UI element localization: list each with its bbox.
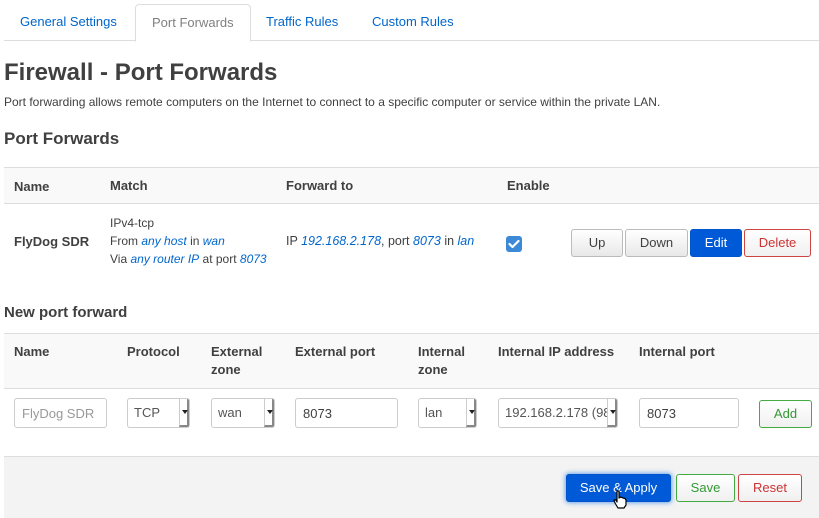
protocol-value: TCP	[134, 405, 160, 420]
external-zone-value: wan	[218, 405, 242, 420]
port-label: , port	[381, 234, 410, 248]
from-zone-link[interactable]: wan	[203, 234, 225, 248]
up-button[interactable]: Up	[571, 229, 623, 257]
via-ip-link[interactable]: any router IP	[130, 252, 199, 266]
column-header-name: Name	[14, 179, 50, 194]
save-button[interactable]: Save	[676, 474, 735, 502]
down-button[interactable]: Down	[625, 229, 688, 257]
internal-zone-value: lan	[425, 405, 443, 420]
ip-label: IP	[286, 234, 298, 248]
column-header-internal-ip: Internal IP address	[498, 344, 615, 359]
from-host-link[interactable]: any host	[141, 234, 186, 248]
column-header-forward-to: Forward to	[286, 178, 354, 193]
forward-zone-link[interactable]: lan	[458, 234, 475, 248]
internal-ip-value: 192.168.2.178 (98	[505, 405, 611, 420]
column-header-match: Match	[110, 178, 148, 193]
chevron-down-icon	[179, 399, 189, 427]
at-port-label: at port	[202, 252, 237, 266]
external-port-input[interactable]	[295, 398, 398, 428]
reset-button[interactable]: Reset	[738, 474, 802, 502]
column-header-external-zone: External zone	[211, 343, 262, 379]
external-zone-line1: External	[211, 344, 263, 359]
chevron-down-icon	[607, 399, 617, 427]
column-header-internal-port: Internal port	[639, 344, 715, 359]
rule-match: IPv4-tcp From any host in wan Via any ro…	[110, 214, 267, 268]
internal-zone-line1: Internal	[418, 344, 465, 359]
page-title: Firewall - Port Forwards	[4, 59, 278, 86]
in-label: in	[444, 234, 455, 248]
via-label: Via	[110, 252, 128, 266]
column-header-external-port: External port	[295, 344, 376, 359]
column-header-name: Name	[14, 344, 50, 359]
match-via: Via any router IP at port 8073	[110, 250, 267, 268]
protocol-select[interactable]: TCP	[127, 398, 190, 428]
edit-button[interactable]: Edit	[690, 229, 742, 257]
external-zone-line2: zone	[211, 362, 241, 377]
tab-traffic-rules[interactable]: Traffic Rules	[250, 4, 354, 41]
internal-ip-select[interactable]: 192.168.2.178 (98	[498, 398, 618, 428]
chevron-down-icon	[264, 399, 274, 427]
column-header-internal-zone: Internal zone	[418, 343, 465, 379]
add-button[interactable]: Add	[759, 400, 812, 428]
column-header-enable: Enable	[507, 178, 550, 193]
new-forward-table-header: Name Protocol External zone External por…	[4, 333, 819, 389]
internal-port-input[interactable]	[639, 398, 739, 428]
tab-general-settings[interactable]: General Settings	[4, 4, 133, 41]
rule-forward-to: IP 192.168.2.178, port 8073 in lan	[286, 234, 474, 248]
external-zone-select[interactable]: wan	[211, 398, 275, 428]
chevron-down-icon	[466, 399, 476, 427]
rule-name: FlyDog SDR	[14, 234, 90, 249]
new-port-forward-heading: New port forward	[4, 304, 128, 321]
tab-custom-rules[interactable]: Custom Rules	[356, 4, 470, 41]
forward-port-link[interactable]: 8073	[413, 234, 441, 248]
hand-cursor-icon	[613, 490, 627, 509]
from-label: From	[110, 234, 138, 248]
via-port-link[interactable]: 8073	[240, 252, 267, 266]
tab-port-forwards[interactable]: Port Forwards	[135, 4, 251, 42]
tab-bar: General Settings Port Forwards Traffic R…	[4, 0, 819, 42]
forward-ip-link[interactable]: 192.168.2.178	[301, 234, 381, 248]
delete-button[interactable]: Delete	[744, 229, 811, 257]
name-input[interactable]	[14, 398, 107, 428]
column-header-protocol: Protocol	[127, 344, 180, 359]
port-forwards-heading: Port Forwards	[4, 129, 120, 148]
internal-zone-select[interactable]: lan	[418, 398, 477, 428]
enable-checkbox[interactable]	[506, 236, 522, 252]
in-label: in	[190, 234, 200, 248]
match-family: IPv4-tcp	[110, 216, 155, 230]
page-description: Port forwarding allows remote computers …	[4, 95, 661, 109]
checkmark-icon	[508, 239, 520, 249]
port-forwards-table-header: Name Match Forward to Enable	[4, 167, 819, 204]
match-from: From any host in wan	[110, 232, 267, 250]
internal-zone-line2: zone	[418, 362, 448, 377]
